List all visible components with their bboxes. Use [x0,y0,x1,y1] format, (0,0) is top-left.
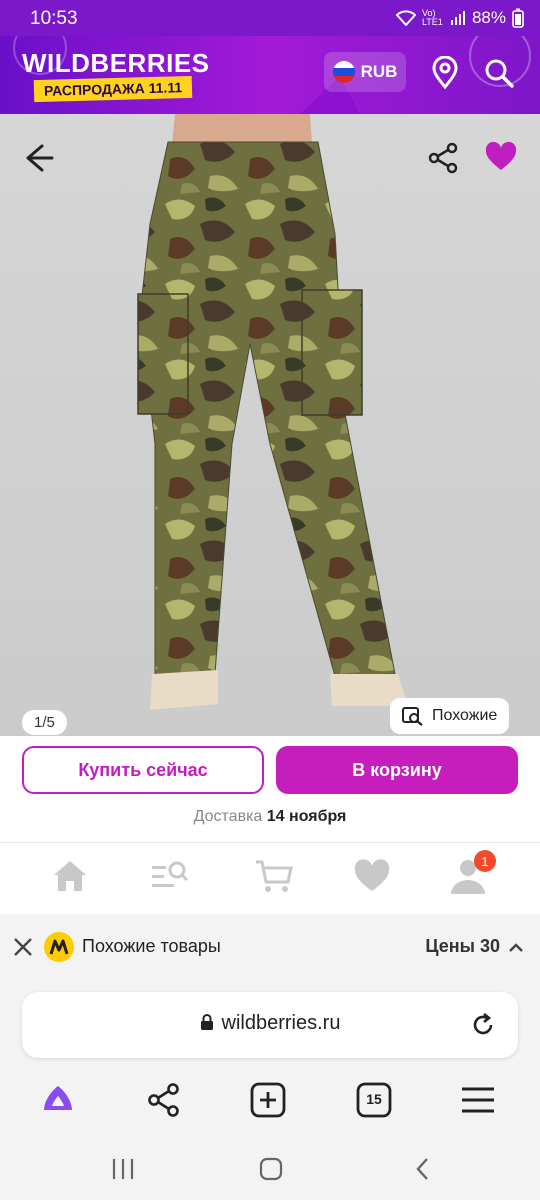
chevron-up-icon[interactable] [508,940,524,956]
battery-percent: 88% [471,8,506,27]
buy-now-button[interactable]: Купить сейчас [22,746,264,794]
url-text: wildberries.ru [221,1012,341,1034]
profile-badge: 1 [474,850,496,872]
delivery-date: 14 ноября [266,808,347,825]
close-icon[interactable] [12,936,34,958]
favorite-heart-icon[interactable] [484,140,518,174]
location-pin-icon[interactable] [428,56,462,90]
prices-label: Цены [425,936,475,956]
network-label: Vo) LTE1 [421,8,443,27]
camo-pants-illustration [137,114,408,710]
sale-banner[interactable]: РАСПРОДАЖА 11.11 [33,75,193,103]
similar-products-label: Похожие товары [82,936,221,956]
delivery-label: Доставка [193,808,263,825]
search-icon[interactable] [482,56,516,90]
tabs-count: 15 [366,1091,382,1107]
image-search-icon [402,707,423,726]
app-header: WILDBERRIES РАСПРОДАЖА 11.11 RUB [0,36,540,114]
status-right: Vo) LTE1 88% [395,8,524,28]
divider [0,842,540,843]
lock-icon [200,1014,213,1030]
image-counter: 1/5 [22,710,67,735]
address-bar[interactable]: wildberries.ru [22,992,518,1058]
recent-apps-icon[interactable] [108,1154,138,1184]
status-time: 10:53 [30,8,78,29]
alice-assistant-icon[interactable] [38,1080,78,1120]
signal-icon [450,11,465,25]
system-back-icon[interactable] [408,1154,438,1184]
add-to-cart-button[interactable]: В корзину [276,746,518,794]
browser-share-icon[interactable] [144,1080,184,1120]
currency-label: RUB [360,62,398,81]
cart-icon[interactable] [254,856,294,896]
similar-label: Похожие [432,707,498,724]
status-bar: 10:53 Vo) LTE1 88% [0,0,540,36]
russia-flag-icon [332,61,355,83]
share-icon[interactable] [426,140,462,176]
tabs-button[interactable]: 15 [354,1080,394,1120]
home-icon[interactable] [50,856,90,896]
currency-button[interactable]: RUB [324,52,406,92]
prices-info[interactable]: Цены 30 [425,936,500,957]
back-arrow-icon[interactable] [18,138,58,178]
delivery-info: Доставка 14 ноября [0,808,540,826]
battery-icon [512,8,524,28]
wifi-icon [395,10,416,26]
product-image[interactable]: 1/5 Похожие [0,114,540,736]
menu-icon[interactable] [458,1080,498,1120]
prices-count: 30 [479,936,500,956]
catalog-search-icon[interactable] [150,856,190,896]
url-display[interactable]: wildberries.ru [22,1012,518,1035]
similar-button[interactable]: Похожие [390,698,510,734]
market-logo-icon [44,932,74,962]
new-tab-icon[interactable] [248,1080,288,1120]
favorites-nav-icon[interactable] [352,856,392,896]
similar-products-bar[interactable]: Похожие товары Цены 30 [0,914,540,980]
home-button-icon[interactable] [256,1154,286,1184]
reload-icon[interactable] [470,1012,496,1038]
brand-logo[interactable]: WILDBERRIES [22,48,210,79]
